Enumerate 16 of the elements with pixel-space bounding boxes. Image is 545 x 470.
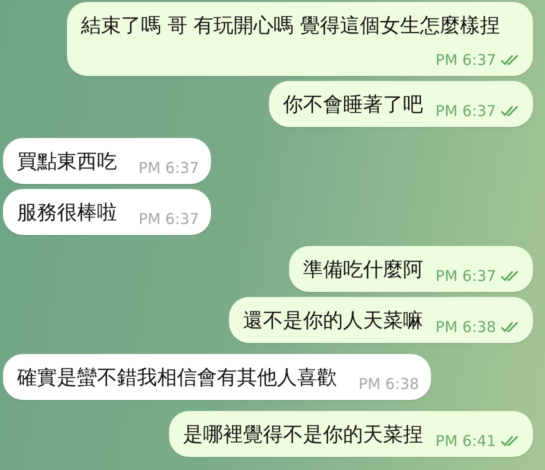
message-text: 買點東西吃 [17, 149, 117, 173]
message-time: PM 6:38 [358, 375, 419, 393]
message-time: PM 6:41 [436, 432, 496, 450]
message-time: PM 6:37 [138, 210, 199, 228]
message-text: 結束了嗎 哥 有玩開心嗎 覺得這個女生怎麼樣捏 [81, 13, 500, 37]
message-text: 是哪裡覺得不是你的天菜捏 [183, 422, 423, 446]
message-time: PM 6:37 [138, 159, 199, 177]
message-time: PM 6:37 [436, 102, 496, 120]
message-text: 確實是蠻不錯我相信會有其他人喜歡 [17, 365, 337, 389]
message-text: 服務很棒啦 [17, 200, 117, 224]
message-text: 你不會睡著了吧 [283, 92, 423, 116]
message-text: 還不是你的人天菜嘛 [243, 308, 423, 332]
message-text: 準備吃什麼阿 [303, 257, 423, 281]
message-time: PM 6:38 [436, 318, 496, 336]
message-time: PM 6:37 [436, 51, 496, 69]
message-time: PM 6:37 [436, 267, 496, 285]
